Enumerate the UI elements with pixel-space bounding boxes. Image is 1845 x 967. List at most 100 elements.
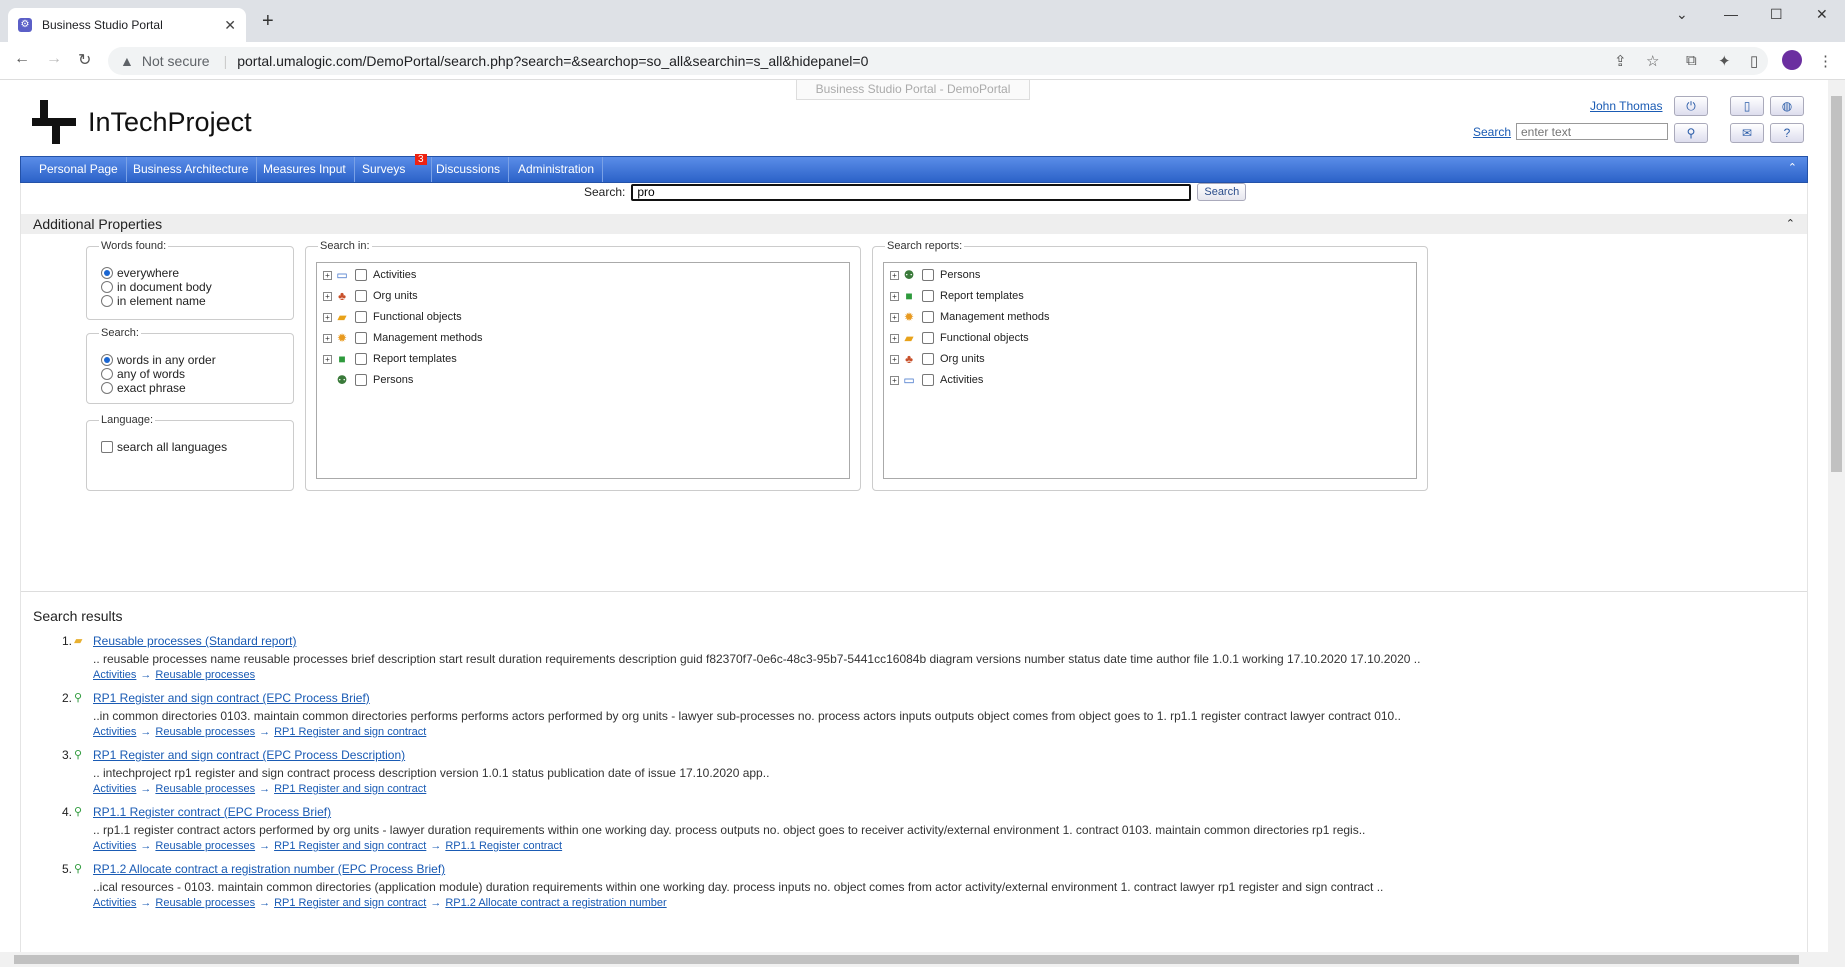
- expand-icon[interactable]: +: [890, 312, 899, 322]
- report-item-org-units[interactable]: + ♣ Org units: [890, 352, 985, 366]
- checkbox[interactable]: [922, 290, 934, 302]
- help-button[interactable]: ?: [1770, 123, 1804, 143]
- radio-button[interactable]: [101, 281, 113, 293]
- menu-administration[interactable]: Administration: [510, 157, 604, 182]
- report-item-persons[interactable]: + ⚉ Persons: [890, 268, 980, 282]
- globe-button[interactable]: ◍: [1770, 96, 1804, 116]
- radio-any-order[interactable]: words in any order: [101, 353, 216, 367]
- tree-item-functional-objects[interactable]: + ▰ Functional objects: [323, 310, 462, 324]
- additional-properties-header[interactable]: Additional Properties ⌃: [21, 214, 1807, 234]
- search-link[interactable]: Search: [1473, 125, 1511, 139]
- expand-icon[interactable]: +: [890, 333, 899, 343]
- collapse-icon[interactable]: ⌃: [1786, 214, 1795, 234]
- crumb-link[interactable]: Reusable processes: [155, 897, 255, 909]
- crumb-link[interactable]: RP1.2 Allocate contract a registration n…: [445, 897, 666, 909]
- crumb-link[interactable]: Activities: [93, 897, 136, 909]
- checkbox[interactable]: [355, 353, 367, 365]
- crumb-link[interactable]: Reusable processes: [155, 726, 255, 738]
- radio-button[interactable]: [101, 354, 113, 366]
- report-item-management-methods[interactable]: + ✹ Management methods: [890, 310, 1049, 324]
- expand-icon[interactable]: +: [323, 291, 332, 301]
- logo[interactable]: InTechProject: [32, 100, 252, 144]
- extensions-icon[interactable]: ✦: [1718, 52, 1731, 70]
- checkbox[interactable]: [355, 269, 367, 281]
- user-name-link[interactable]: John Thomas: [1590, 99, 1663, 113]
- tree-item-management-methods[interactable]: + ✹ Management methods: [323, 331, 482, 345]
- expand-icon[interactable]: +: [323, 333, 332, 343]
- maximize-icon[interactable]: ☐: [1770, 6, 1783, 23]
- collapse-menu-icon[interactable]: ⌃: [1788, 161, 1797, 174]
- crumb-link[interactable]: Reusable processes: [155, 783, 255, 795]
- chevron-down-icon[interactable]: ⌄: [1676, 6, 1688, 23]
- main-search-input[interactable]: [631, 183, 1192, 201]
- sidebar-icon[interactable]: ▯: [1750, 52, 1758, 70]
- tree-item-report-templates[interactable]: + ■ Report templates: [323, 352, 457, 366]
- crumb-link[interactable]: Activities: [93, 783, 136, 795]
- radio-document-body[interactable]: in document body: [101, 280, 212, 294]
- star-icon[interactable]: ☆: [1646, 52, 1659, 70]
- close-window-icon[interactable]: ✕: [1816, 6, 1828, 23]
- result-title-link[interactable]: Reusable processes (Standard report): [93, 634, 296, 648]
- checkbox[interactable]: [355, 311, 367, 323]
- result-title-link[interactable]: RP1 Register and sign contract (EPC Proc…: [93, 748, 405, 762]
- header-search-button[interactable]: ⚲: [1674, 123, 1708, 143]
- tree-item-persons[interactable]: ⚉ Persons: [335, 373, 414, 387]
- checkbox[interactable]: [922, 353, 934, 365]
- expand-icon[interactable]: +: [890, 270, 899, 280]
- crumb-link[interactable]: RP1 Register and sign contract: [274, 783, 426, 795]
- profile-avatar[interactable]: [1782, 50, 1802, 70]
- expand-icon[interactable]: +: [890, 291, 899, 301]
- checkbox[interactable]: [355, 374, 367, 386]
- menu-discussions[interactable]: Discussions: [428, 157, 510, 182]
- crumb-link[interactable]: RP1 Register and sign contract: [274, 726, 426, 738]
- expand-icon[interactable]: +: [323, 312, 332, 322]
- radio-exact-phrase[interactable]: exact phrase: [101, 381, 186, 395]
- crumb-link[interactable]: Activities: [93, 840, 136, 852]
- share-icon[interactable]: ⇪: [1614, 52, 1627, 70]
- report-item-activities[interactable]: + ▭ Activities: [890, 373, 983, 387]
- search-button[interactable]: Search: [1197, 183, 1247, 201]
- checkbox[interactable]: [355, 332, 367, 344]
- copy-icon[interactable]: ⧉: [1686, 52, 1697, 69]
- forward-icon[interactable]: →: [46, 50, 62, 68]
- crumb-link[interactable]: RP1.1 Register contract: [445, 840, 562, 852]
- radio-button[interactable]: [101, 295, 113, 307]
- browser-tab[interactable]: ⚙ Business Studio Portal ✕: [8, 8, 246, 42]
- result-title-link[interactable]: RP1.2 Allocate contract a registration n…: [93, 862, 445, 876]
- expand-icon[interactable]: +: [890, 354, 899, 364]
- expand-icon[interactable]: +: [890, 375, 899, 385]
- mail-button[interactable]: ✉: [1730, 123, 1764, 143]
- radio-any-of-words[interactable]: any of words: [101, 367, 185, 381]
- checkbox[interactable]: [922, 269, 934, 281]
- close-tab-icon[interactable]: ✕: [224, 17, 236, 34]
- search-all-languages-option[interactable]: search all languages: [101, 440, 227, 454]
- new-tab-icon[interactable]: +: [262, 10, 274, 33]
- tree-item-org-units[interactable]: + ♣ Org units: [323, 289, 418, 303]
- radio-button[interactable]: [101, 267, 113, 279]
- minimize-icon[interactable]: —: [1724, 6, 1738, 22]
- report-item-functional-objects[interactable]: + ▰ Functional objects: [890, 331, 1029, 345]
- menu-business-architecture[interactable]: Business Architecture: [125, 157, 258, 182]
- header-search-input[interactable]: [1516, 123, 1668, 140]
- tree-item-activities[interactable]: + ▭ Activities: [323, 268, 416, 282]
- menu-personal-page[interactable]: Personal Page: [31, 157, 127, 182]
- vertical-scroll-thumb[interactable]: [1831, 96, 1842, 472]
- expand-icon[interactable]: +: [323, 354, 332, 364]
- menu-icon[interactable]: ⋮: [1818, 52, 1833, 70]
- result-title-link[interactable]: RP1 Register and sign contract (EPC Proc…: [93, 691, 370, 705]
- mobile-button[interactable]: ▯: [1730, 96, 1764, 116]
- expand-icon[interactable]: +: [323, 270, 332, 280]
- checkbox[interactable]: [922, 311, 934, 323]
- crumb-link[interactable]: RP1 Register and sign contract: [274, 897, 426, 909]
- power-button[interactable]: ⏻: [1674, 96, 1708, 116]
- crumb-link[interactable]: RP1 Register and sign contract: [274, 840, 426, 852]
- crumb-link[interactable]: Reusable processes: [155, 840, 255, 852]
- checkbox[interactable]: [922, 374, 934, 386]
- horizontal-scroll-thumb[interactable]: [14, 955, 1799, 964]
- back-icon[interactable]: ←: [14, 50, 30, 68]
- result-title-link[interactable]: RP1.1 Register contract (EPC Process Bri…: [93, 805, 331, 819]
- checkbox[interactable]: [922, 332, 934, 344]
- radio-everywhere[interactable]: everywhere: [101, 266, 179, 280]
- radio-button[interactable]: [101, 382, 113, 394]
- report-item-report-templates[interactable]: + ■ Report templates: [890, 289, 1024, 303]
